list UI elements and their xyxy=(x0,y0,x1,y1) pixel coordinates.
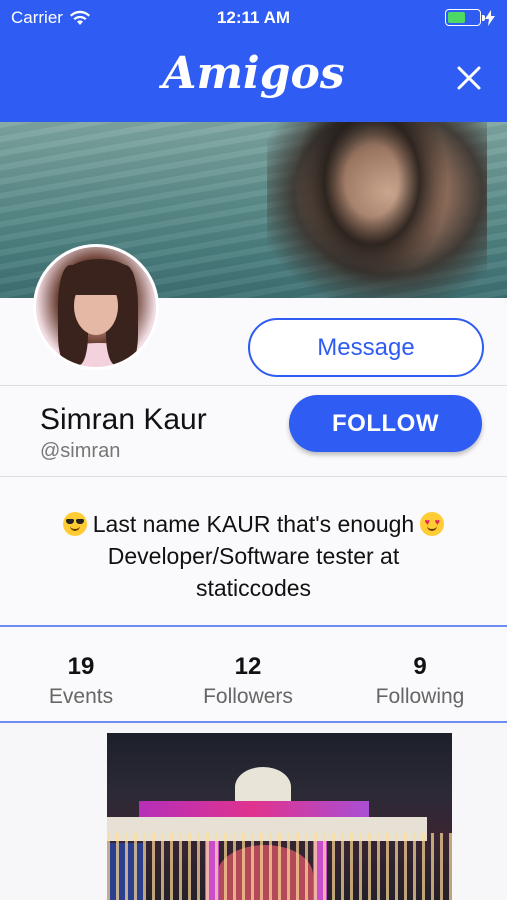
name-row: Simran Kaur @simran FOLLOW xyxy=(0,386,507,476)
stat-followers[interactable]: 12 Followers xyxy=(168,653,328,709)
avatar[interactable] xyxy=(33,244,159,370)
battery-icon xyxy=(445,9,485,26)
avatar-hair-top xyxy=(64,259,134,295)
message-button[interactable]: Message xyxy=(248,318,484,377)
stat-events-label: Events xyxy=(48,685,114,708)
stats-bar: 19 Events 12 Followers 9 Following xyxy=(0,627,507,722)
profile-handle: @simran xyxy=(40,440,121,462)
cover-person-hair xyxy=(297,122,447,282)
event-photo[interactable] xyxy=(107,733,452,900)
bio-text-1: Last name KAUR that's enough xyxy=(92,511,415,537)
nav-bar: Amigos xyxy=(0,36,507,122)
bio-line-2: Developer/Software tester at xyxy=(107,543,400,569)
close-icon[interactable] xyxy=(455,64,483,92)
battery-group xyxy=(445,9,495,26)
battery-level xyxy=(448,12,465,23)
stats-bottom-divider xyxy=(0,721,507,723)
charging-bolt-icon xyxy=(485,9,495,26)
profile-name: Simran Kaur xyxy=(40,403,207,436)
sunglasses-emoji-icon xyxy=(62,512,87,536)
bio-line-3: staticcodes xyxy=(195,575,312,601)
stat-followers-label: Followers xyxy=(203,685,293,708)
app-logo: Amigos xyxy=(162,48,345,99)
event-photo-string-lights xyxy=(107,833,452,900)
stat-events-value: 19 xyxy=(67,653,95,680)
profile-screen: Carrier 12:11 AM Amigos Message Simran K… xyxy=(0,0,507,900)
status-time: 12:11 AM xyxy=(216,8,291,27)
stat-following-label: Following xyxy=(375,685,465,708)
stat-following[interactable]: 9 Following xyxy=(340,653,500,709)
stat-events[interactable]: 19 Events xyxy=(1,653,161,709)
status-bar: Carrier 12:11 AM xyxy=(0,0,507,36)
bio-section: Last name KAUR that's enough ♥ ♥ Develope… xyxy=(0,477,507,625)
bio-line-1: Last name KAUR that's enough ♥ ♥ xyxy=(0,508,507,540)
stat-followers-value: 12 xyxy=(234,653,262,680)
heart-eyes-emoji-icon: ♥ ♥ xyxy=(420,512,445,536)
stat-following-value: 9 xyxy=(413,653,427,680)
follow-button[interactable]: FOLLOW xyxy=(289,395,482,452)
event-photo-lights-band xyxy=(139,801,369,817)
